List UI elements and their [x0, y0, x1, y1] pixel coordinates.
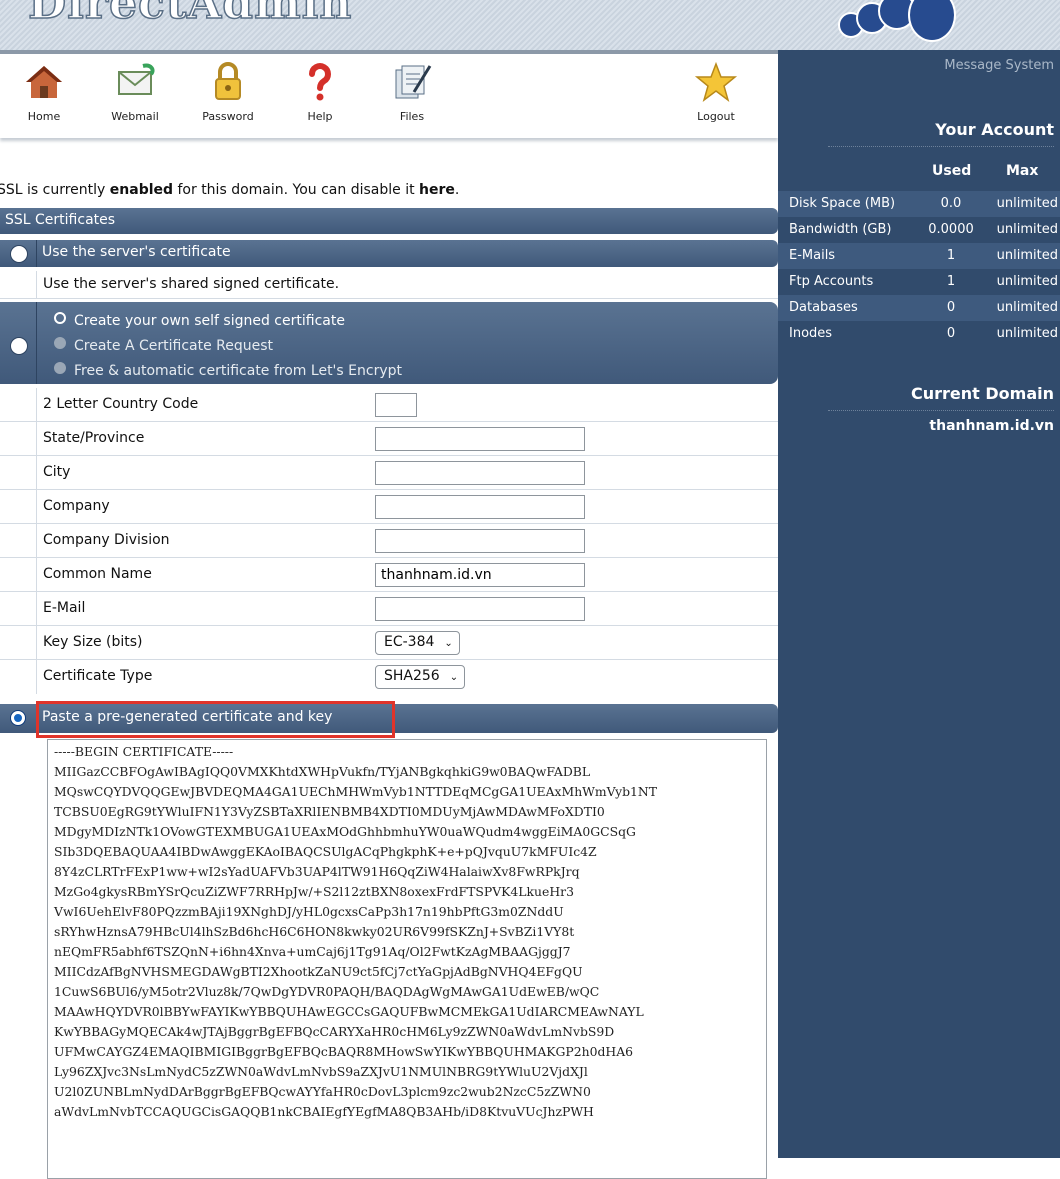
usage-row: Disk Space (MB) 0.0 unlimited	[778, 191, 1060, 217]
main-toolbar: Home Webmail Password Help Files Logout	[0, 50, 778, 138]
current-domain-value[interactable]: thanhnam.id.vn	[929, 418, 1054, 434]
usage-row: Ftp Accounts 1 unlimited	[789, 274, 1058, 289]
usage-row: Inodes 0 unlimited	[789, 326, 1058, 341]
toolbar-logout-button[interactable]: Logout	[681, 60, 751, 123]
server-certificate-description: Use the server's shared signed certifica…	[0, 271, 778, 299]
form-row-key-size: Key Size (bits) EC-384 ⌄	[0, 626, 778, 660]
envelope-icon	[113, 60, 157, 104]
sub-option-certificate-request[interactable]: Create A Certificate Request	[54, 337, 273, 354]
key-size-select[interactable]: EC-384 ⌄	[375, 631, 460, 655]
account-sidebar: Message System Your Account Used Max Dis…	[778, 50, 1060, 1158]
disable-ssl-link[interactable]: here	[419, 182, 455, 198]
sub-option-lets-encrypt[interactable]: Free & automatic certificate from Let's …	[54, 362, 402, 379]
company-input[interactable]	[375, 495, 585, 519]
common-name-input[interactable]	[375, 563, 585, 587]
form-row-country: 2 Letter Country Code	[0, 388, 778, 422]
form-row-common-name: Common Name	[0, 558, 778, 592]
generate-certificate-radio[interactable]	[11, 338, 27, 354]
city-input[interactable]	[375, 461, 585, 485]
option-generate-certificate[interactable]: Create your own self signed certificate …	[0, 302, 778, 384]
certificate-type-select[interactable]: SHA256 ⌄	[375, 665, 466, 689]
ssl-status-state: enabled	[109, 182, 174, 198]
certificate-request-radio[interactable]	[54, 337, 66, 349]
message-system-link[interactable]: Message System	[944, 58, 1054, 73]
form-row-division: Company Division	[0, 524, 778, 558]
email-input[interactable]	[375, 597, 585, 621]
option-server-certificate[interactable]: Use the server's certificate	[0, 240, 778, 267]
used-column-header: Used	[932, 163, 972, 179]
sub-option-self-signed[interactable]: Create your own self signed certificate	[54, 312, 345, 329]
server-certificate-radio[interactable]	[11, 246, 27, 262]
usage-row: Bandwidth (GB) 0.0000 unlimited	[789, 222, 1058, 237]
form-row-email: E-Mail	[0, 592, 778, 626]
chevron-down-icon: ⌄	[449, 672, 459, 683]
lets-encrypt-radio[interactable]	[54, 362, 66, 374]
highlight-box	[36, 701, 395, 738]
form-row-company: Company	[0, 490, 778, 524]
current-domain-heading: Current Domain	[911, 384, 1054, 403]
ssl-status-text: SSL is currently enabled for this domain…	[0, 182, 460, 198]
self-signed-radio[interactable]	[54, 312, 66, 324]
usage-row: Databases 0 unlimited	[778, 295, 1060, 321]
form-row-state: State/Province	[0, 422, 778, 456]
form-row-city: City	[0, 456, 778, 490]
top-banner: DirectAdmin	[0, 0, 1060, 50]
files-icon	[390, 60, 434, 104]
question-icon	[298, 60, 342, 104]
toolbar-files-button[interactable]: Files	[377, 60, 447, 123]
paste-certificate-radio[interactable]	[11, 711, 25, 725]
brand-logo-icon	[828, 0, 968, 50]
state-province-input[interactable]	[375, 427, 585, 451]
star-icon	[694, 60, 738, 104]
padlock-icon	[206, 60, 250, 104]
house-icon	[22, 60, 66, 104]
form-row-cert-type: Certificate Type SHA256 ⌄	[0, 660, 778, 694]
brand-logo-text: DirectAdmin	[27, 0, 353, 30]
chevron-down-icon: ⌄	[444, 638, 453, 649]
your-account-heading: Your Account	[935, 120, 1054, 139]
toolbar-home-button[interactable]: Home	[9, 60, 79, 123]
max-column-header: Max	[1006, 163, 1039, 179]
company-division-input[interactable]	[375, 529, 585, 553]
country-code-input[interactable]	[375, 393, 417, 417]
toolbar-help-button[interactable]: Help	[285, 60, 355, 123]
certificate-textarea[interactable]: -----BEGIN CERTIFICATE----- MIIGazCCBFOg…	[47, 739, 767, 1179]
toolbar-webmail-button[interactable]: Webmail	[100, 60, 170, 123]
toolbar-password-button[interactable]: Password	[193, 60, 263, 123]
usage-row: E-Mails 1 unlimited	[778, 243, 1060, 269]
ssl-certificates-header: SSL Certificates	[0, 208, 778, 234]
